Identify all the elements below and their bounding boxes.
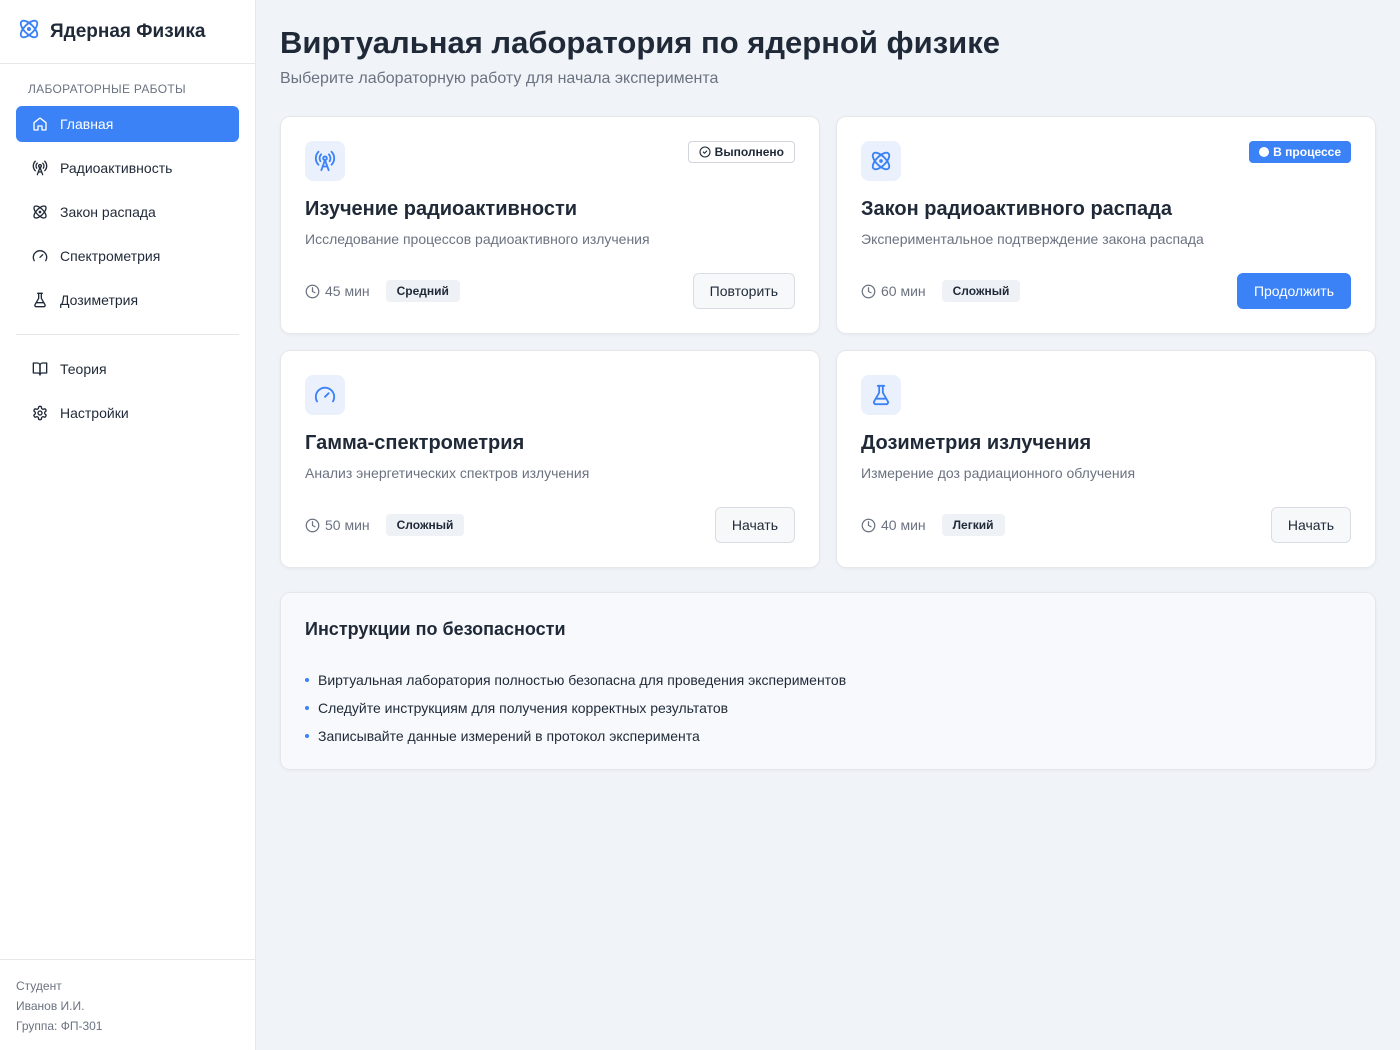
clock-icon [861,518,876,533]
repeat-button[interactable]: Повторить [692,273,795,309]
list-item: Следуйте инструкциям для получения корре… [305,694,1351,722]
book-icon [32,361,48,377]
lab-card-radioactivity: Выполнено Изучение радиоактивности Иссле… [280,116,820,334]
lab-description: Экспериментальное подтверждение закона р… [861,231,1204,247]
bullet-icon [305,678,309,682]
safety-list: Виртуальная лаборатория полностью безопа… [305,666,1351,750]
sidebar-item-label: Настройки [60,405,129,421]
start-button[interactable]: Начать [714,507,795,543]
lab-description: Измерение доз радиационного облучения [861,465,1136,481]
atom-icon [18,18,40,45]
atom-icon [32,204,48,220]
flask-icon [861,375,901,415]
bullet-icon [305,734,309,738]
continue-button[interactable]: Продолжить [1236,273,1351,309]
page-subtitle: Выберите лабораторную работу для начала … [280,70,719,87]
sidebar-item-spectrometry[interactable]: Спектрометрия [16,238,239,274]
lab-duration: 50 мин [305,517,370,533]
lab-card-decay-law: В процессе Закон радиоактивного распада … [836,116,1376,334]
sidebar-item-label: Радиоактивность [60,160,173,176]
lab-title: Закон радиоактивного распада [861,198,1172,220]
sidebar: Ядерная Физика ЛАБОРАТОРНЫЕ РАБОТЫ Главн… [0,0,256,1050]
sidebar-item-label: Закон распада [60,204,156,220]
sidebar-item-theory[interactable]: Теория [16,351,239,387]
sidebar-item-label: Спектрометрия [60,248,161,264]
bullet-icon [305,706,309,710]
section-label: ЛАБОРАТОРНЫЕ РАБОТЫ [28,82,186,96]
clock-icon [861,284,876,299]
sidebar-item-label: Дозиметрия [60,292,139,308]
clock-icon [305,284,320,299]
sidebar-secondary-nav: Теория Настройки [0,351,255,431]
lab-title: Гамма-спектрометрия [305,432,525,454]
start-button[interactable]: Начать [1270,507,1351,543]
safety-instructions: Инструкции по безопасности Виртуальная л… [280,592,1376,770]
difficulty-badge: Сложный [385,514,465,536]
main-content: Виртуальная лаборатория по ядерной физик… [256,0,1400,1050]
flask-icon [32,292,48,308]
radio-tower-icon [305,141,345,181]
list-item: Записывайте данные измерений в протокол … [305,722,1351,750]
home-icon [32,116,48,132]
sidebar-item-label: Теория [60,361,107,377]
nav-divider [16,334,239,335]
user-role: Студент [16,979,62,993]
gear-icon [32,405,48,421]
check-circle-icon [699,146,711,158]
lab-description: Анализ энергетических спектров излучения [305,465,590,481]
status-badge: В процессе [1249,141,1351,163]
user-name: Иванов И.И. [16,999,85,1013]
user-info: Студент Иванов И.И. Группа: ФП-301 [0,959,255,1050]
lab-card-gamma-spectrometry: Гамма-спектрометрия Анализ энергетически… [280,350,820,568]
lab-description: Исследование процессов радиоактивного из… [305,231,650,247]
sidebar-item-dosimetry[interactable]: Дозиметрия [16,282,239,318]
dot-icon [1259,147,1270,157]
lab-duration: 40 мин [861,517,926,533]
page-title: Виртуальная лаборатория по ядерной физик… [280,25,1000,60]
sidebar-item-home[interactable]: Главная [16,106,239,142]
sidebar-item-decay-law[interactable]: Закон распада [16,194,239,230]
list-item: Виртуальная лаборатория полностью безопа… [305,666,1351,694]
brand: Ядерная Физика [0,0,255,64]
difficulty-badge: Сложный [941,280,1021,302]
sidebar-item-label: Главная [60,116,114,132]
lab-card-dosimetry: Дозиметрия излучения Измерение доз радиа… [836,350,1376,568]
gauge-icon [32,248,48,264]
radio-tower-icon [32,160,48,176]
safety-title: Инструкции по безопасности [305,619,566,639]
status-badge: Выполнено [687,141,795,163]
atom-icon [861,141,901,181]
difficulty-badge: Средний [385,280,460,302]
sidebar-item-radioactivity[interactable]: Радиоактивность [16,150,239,186]
lab-title: Дозиметрия излучения [861,432,1092,454]
difficulty-badge: Легкий [941,514,1005,536]
lab-duration: 45 мин [305,283,370,299]
lab-duration: 60 мин [861,283,926,299]
sidebar-item-settings[interactable]: Настройки [16,395,239,431]
app-title: Ядерная Физика [50,20,206,42]
clock-icon [305,518,320,533]
sidebar-nav: Главная Радиоактивность Закон распада Сп… [0,106,255,318]
lab-grid: Выполнено Изучение радиоактивности Иссле… [280,116,1376,568]
user-group: Группа: ФП-301 [16,1019,103,1033]
gauge-icon [305,375,345,415]
lab-title: Изучение радиоактивности [305,198,578,220]
